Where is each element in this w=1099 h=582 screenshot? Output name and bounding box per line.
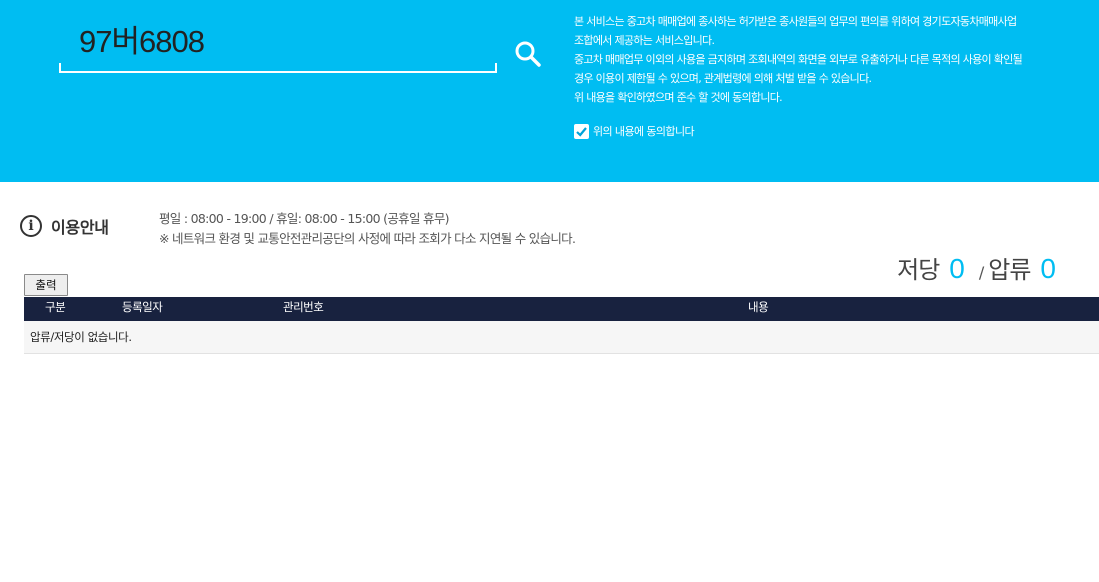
notice-line: 위 내용을 확인하였으며 준수 할 것에 동의합니다. <box>574 91 783 104</box>
notice-line: 경우 이용이 제한될 수 있으며, 관계법령에 의해 처벌 받을 수 있습니다. <box>574 72 872 85</box>
agree-checkbox-row[interactable]: 위의 내용에 동의합니다 <box>574 122 695 140</box>
checkmark-icon <box>576 126 587 137</box>
seizure-label: 저당 <box>897 256 940 284</box>
agree-checkbox[interactable] <box>574 123 589 139</box>
delay-notice: ※ 네트워크 환경 및 교통안전관리공단의 사정에 따라 조회가 다소 지연될 … <box>159 231 576 246</box>
column-header-date: 등록일자 <box>122 300 163 314</box>
notice-line: 조합에서 제공하는 서비스입니다. <box>574 34 715 47</box>
column-header-type: 구분 <box>45 300 66 314</box>
search-button[interactable] <box>513 39 543 69</box>
table-header: 구분 등록일자 관리번호 내용 <box>24 297 1099 321</box>
attachment-count: 0 <box>1040 253 1056 284</box>
vehicle-number-input[interactable] <box>79 16 439 60</box>
usage-guide-heading: i 이용안내 <box>20 213 109 239</box>
count-separator: / <box>978 263 985 282</box>
notice-line: 본 서비스는 중고차 매매업에 종사하는 허가받은 종사원들의 업무의 편의를 … <box>574 15 1017 28</box>
info-circle-icon: i <box>20 215 42 237</box>
empty-message: 압류/저당이 없습니다. <box>30 330 132 344</box>
service-notice: 본 서비스는 중고차 매매업에 종사하는 허가받은 종사원들의 업무의 편의를 … <box>574 12 1099 107</box>
agree-label: 위의 내용에 동의합니다 <box>593 125 695 138</box>
usage-guide-title: 이용안내 <box>51 218 109 237</box>
column-header-number: 관리번호 <box>283 300 324 314</box>
seizure-count: 0 <box>949 253 965 284</box>
header-banner: 본 서비스는 중고차 매매업에 종사하는 허가받은 종사원들의 업무의 편의를 … <box>0 0 1099 182</box>
table-row: 압류/저당이 없습니다. <box>24 321 1099 354</box>
notice-line: 중고차 매매업무 이외의 사용을 금지하며 조회내역의 화면을 외부로 유출하거… <box>574 53 1023 66</box>
result-counts: 저당 0 / 압류 0 <box>897 250 1056 285</box>
search-box-right-edge <box>495 63 497 73</box>
column-header-content: 내용 <box>748 300 769 314</box>
results-table: 구분 등록일자 관리번호 내용 압류/저당이 없습니다. <box>24 297 1099 354</box>
search-box <box>59 14 541 73</box>
search-box-left-edge <box>59 63 61 73</box>
operating-hours: 평일 : 08:00 - 19:00 / 휴일: 08:00 - 15:00 (… <box>159 211 450 226</box>
print-button[interactable]: 출력 <box>24 274 68 296</box>
search-icon <box>515 41 541 67</box>
attachment-label: 압류 <box>988 256 1031 284</box>
